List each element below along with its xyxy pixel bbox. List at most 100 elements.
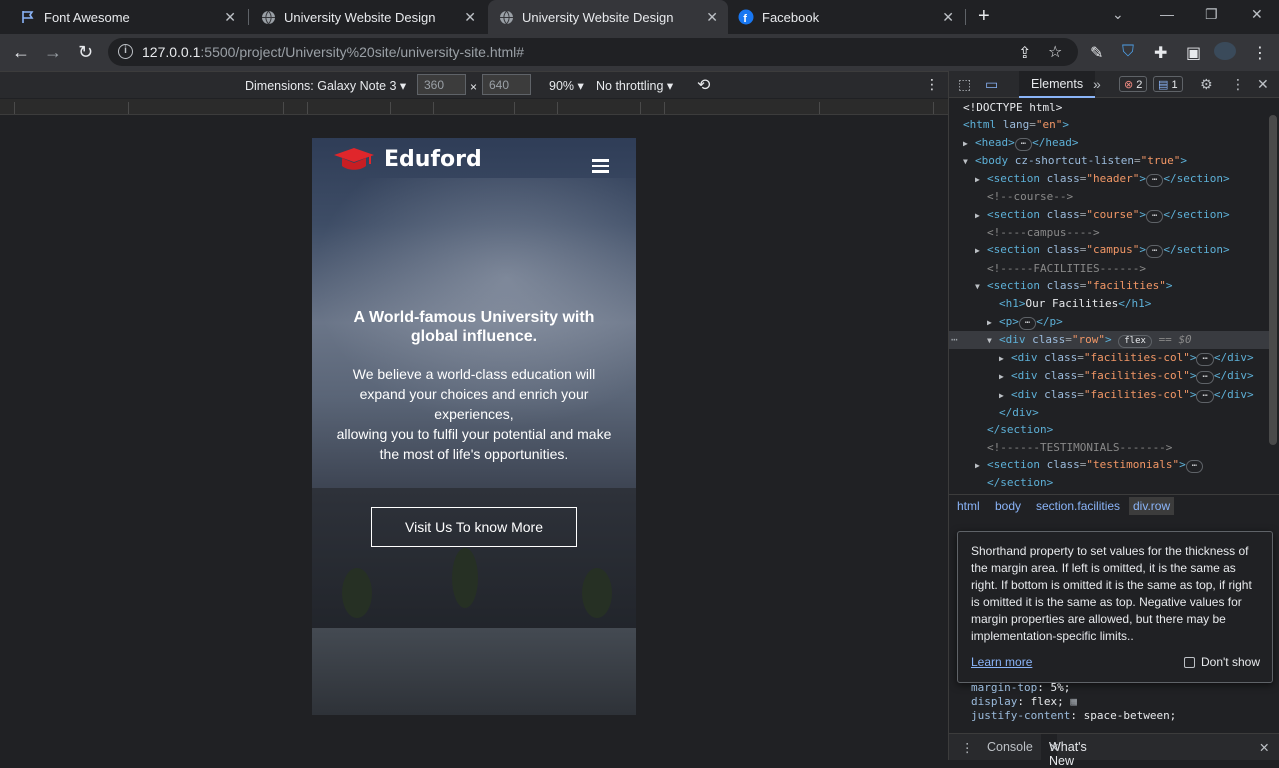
dom-node-selected[interactable]: ⋯ ▼ <div class="row"> flex == $0 — [949, 330, 1269, 350]
tab-whats-new[interactable]: What's New ✕ — [1041, 734, 1087, 768]
tab-font-awesome[interactable]: Font Awesome ✕ — [0, 0, 246, 34]
tab-university-1[interactable]: University Website Design ✕ — [250, 0, 486, 34]
dom-node[interactable]: </section> — [949, 474, 1269, 489]
checkbox-icon — [1184, 657, 1195, 668]
device-dimensions-select[interactable]: Dimensions: Galaxy Note 3 ▾ — [245, 78, 406, 93]
dom-node[interactable]: ▶ <section class="testimonials"> ⋯ — [949, 456, 1269, 474]
shield-extension-icon[interactable]: ⛉ — [1122, 43, 1134, 61]
tree-image — [452, 548, 478, 608]
window-close-icon[interactable]: ✕ — [1251, 6, 1263, 23]
extensions-puzzle-icon[interactable]: ✚ — [1154, 43, 1167, 63]
settings-gear-icon[interactable]: ⚙ — [1200, 76, 1213, 93]
message-count: 1 — [1171, 79, 1178, 91]
device-more-icon[interactable]: ⋮ — [925, 76, 939, 93]
share-icon[interactable]: ⇪ — [1018, 43, 1031, 63]
dom-node[interactable]: ▶ <section class="header"> ⋯ </section> — [949, 170, 1269, 188]
address-bar[interactable]: i 127.0.0.1:5500/project/University%20si… — [108, 38, 1078, 66]
dom-node[interactable]: <!------TESTIMONIALS-------> — [949, 439, 1269, 456]
dom-node[interactable]: ▶ <div class="facilities-col"> ⋯ </div> — [949, 386, 1269, 404]
tab-strip: Font Awesome ✕ University Website Design… — [0, 0, 1279, 34]
tab-university-2[interactable]: University Website Design ✕ — [488, 0, 728, 34]
new-tab-plus-icon[interactable]: + — [978, 5, 990, 28]
back-arrow-icon[interactable]: ← — [12, 42, 30, 63]
minimize-icon[interactable]: — — [1160, 6, 1174, 22]
css-val: 5%; — [1050, 681, 1071, 694]
site-logo[interactable]: Eduford — [332, 146, 482, 172]
devtools-menu-icon[interactable]: ⋮ — [1231, 76, 1245, 93]
message-badge[interactable]: ▤ 1 — [1153, 76, 1183, 92]
close-icon[interactable]: ✕ — [942, 9, 954, 26]
style-rule-line[interactable]: margin-top: 5%; — [949, 681, 1279, 695]
reload-icon[interactable]: ↻ — [78, 42, 93, 63]
dom-node[interactable]: <!-----FACILITIES------> — [949, 260, 1269, 277]
close-icon[interactable]: ✕ — [464, 9, 476, 26]
flex-editor-icon[interactable]: ▦ — [1070, 695, 1077, 708]
tab-console[interactable]: Console — [987, 740, 1033, 754]
dom-node[interactable]: <!--course--> — [949, 188, 1269, 205]
throttling-select[interactable]: No throttling ▾ — [596, 78, 673, 93]
dom-node[interactable]: <html lang="en"> — [949, 116, 1269, 133]
bookmark-star-icon[interactable]: ☆ — [1048, 42, 1062, 62]
error-badge[interactable]: ⊗ 2 — [1119, 76, 1148, 92]
dom-node[interactable]: ▼ <section class="facilities"> — [949, 277, 1269, 295]
dom-scrollbar[interactable] — [1269, 115, 1277, 445]
forward-arrow-icon[interactable]: → — [44, 42, 62, 63]
style-rule-line[interactable]: display: flex; ▦ — [949, 695, 1279, 709]
devtools-close-icon[interactable]: ✕ — [1257, 76, 1269, 93]
drawer-close-icon[interactable]: ✕ — [1259, 740, 1269, 755]
tree-image — [582, 568, 612, 618]
tab-search-chevron-icon[interactable]: ⌄ — [1112, 6, 1124, 23]
dom-node[interactable]: <!DOCTYPE html> — [949, 99, 1269, 116]
inspect-element-icon[interactable]: ⬚ — [958, 76, 971, 93]
dom-node[interactable]: ▶ <div class="facilities-col"> ⋯ </div> — [949, 349, 1269, 367]
hero-text: We believe a world-class education will … — [332, 364, 616, 464]
breadcrumb-item-active[interactable]: div.row — [1129, 497, 1175, 515]
dont-show-checkbox[interactable]: Don't show — [1184, 654, 1260, 671]
rotate-icon[interactable]: ⟲ — [697, 75, 710, 95]
device-toggle-icon[interactable]: ▭ — [985, 76, 998, 93]
dom-node[interactable]: ▶ <p> ⋯ </p> — [949, 313, 1269, 331]
more-tabs-icon[interactable]: » — [1093, 76, 1101, 92]
close-icon[interactable]: ✕ — [706, 9, 718, 26]
style-rule-line[interactable]: justify-content: space-between; — [949, 709, 1279, 723]
tab-elements[interactable]: Elements — [1019, 71, 1096, 98]
svg-text:f: f — [743, 13, 747, 25]
page-viewport: Dimensions: Galaxy Note 3 ▾ 360 × 640 90… — [0, 71, 948, 760]
dom-node[interactable]: </section> — [949, 421, 1269, 438]
visit-us-button[interactable]: Visit Us To know More — [371, 507, 577, 547]
dom-node[interactable]: ▶ <section class="course"> ⋯ </section> — [949, 206, 1269, 224]
zoom-select[interactable]: 90% ▾ — [549, 78, 584, 93]
times-sign: × — [470, 80, 478, 94]
css-val: flex; — [1030, 695, 1064, 708]
menu-dots-icon[interactable]: ⋮ — [1252, 43, 1268, 63]
dom-node[interactable]: </div> — [949, 404, 1269, 421]
tab-title: Facebook — [762, 9, 820, 25]
pen-extension-icon[interactable]: ✎ — [1090, 43, 1103, 63]
dom-node[interactable]: ▶ <head> ⋯ </head> — [949, 134, 1269, 152]
dom-node[interactable]: <!----campus----> — [949, 224, 1269, 241]
graduation-cap-icon — [334, 148, 374, 170]
dom-node[interactable]: ▶ <section class="campus"> ⋯ </section> — [949, 241, 1269, 259]
profile-avatar[interactable] — [1214, 42, 1236, 60]
url-path: :5500/project/University%20site/universi… — [200, 44, 525, 60]
device-width-input[interactable]: 360 — [417, 74, 466, 95]
close-icon[interactable]: ✕ — [1049, 740, 1059, 755]
css-property-tooltip: Shorthand property to set values for the… — [957, 531, 1273, 683]
learn-more-link[interactable]: Learn more — [971, 654, 1032, 671]
drawer-menu-icon[interactable]: ⋮ — [961, 740, 974, 755]
dom-node[interactable]: ▼ <body cz-shortcut-listen="true"> — [949, 152, 1269, 170]
device-height-input[interactable]: 640 — [482, 74, 531, 95]
close-icon[interactable]: ✕ — [224, 9, 236, 26]
tab-facebook[interactable]: f Facebook ✕ — [728, 0, 964, 34]
restore-icon[interactable]: ❐ — [1205, 6, 1218, 23]
breadcrumb: html body section.facilities div.row — [949, 494, 1279, 516]
side-panel-icon[interactable]: ▣ — [1186, 43, 1201, 63]
breadcrumb-item[interactable]: body — [995, 499, 1021, 513]
breadcrumb-item[interactable]: html — [957, 499, 980, 513]
dom-node[interactable]: ▶ <div class="facilities-col"> ⋯ </div> — [949, 367, 1269, 385]
dom-node[interactable]: <h1>Our Facilities</h1> — [949, 295, 1269, 312]
dom-tree: <!DOCTYPE html> <html lang="en"> ▶ <head>… — [949, 99, 1269, 489]
breadcrumb-item[interactable]: section.facilities — [1036, 499, 1120, 513]
site-info-icon[interactable]: i — [118, 44, 133, 59]
hamburger-menu-icon[interactable] — [592, 159, 609, 173]
